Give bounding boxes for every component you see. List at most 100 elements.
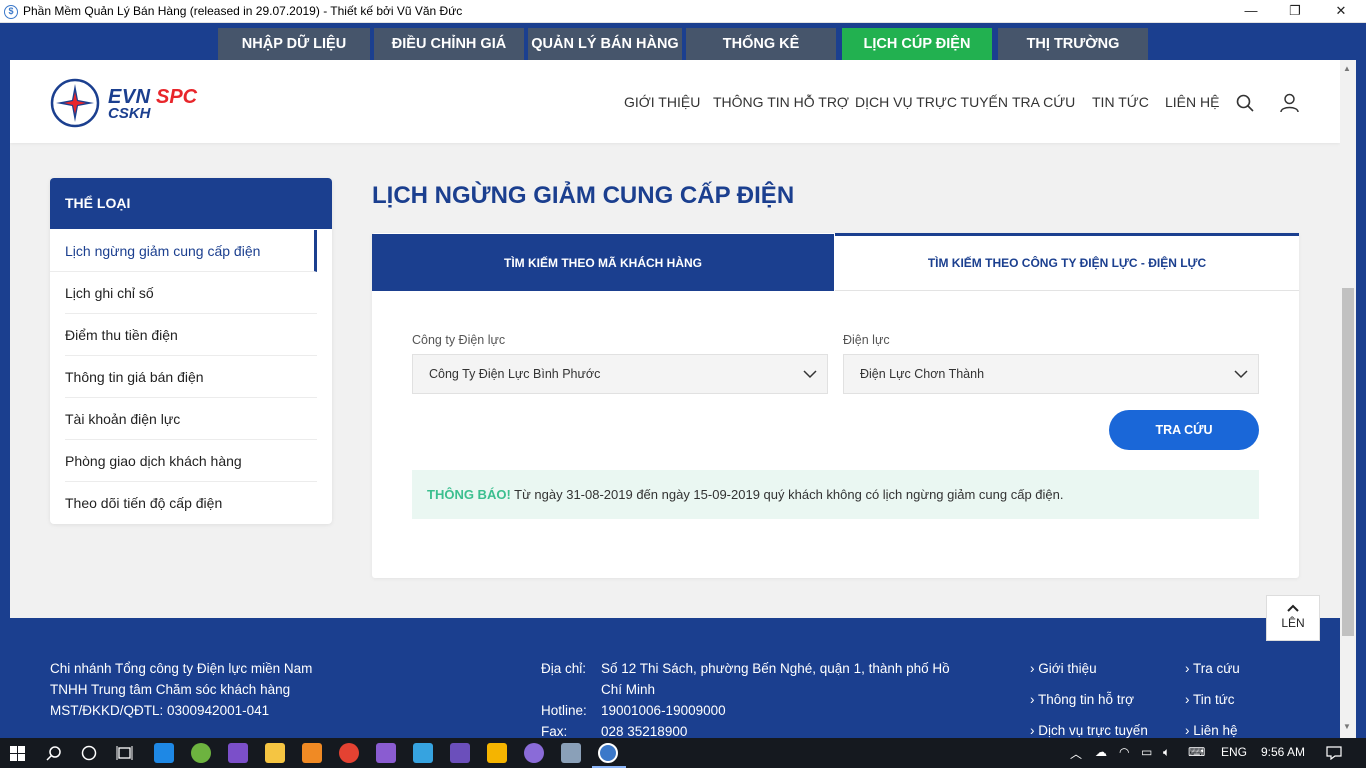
sidebar-title: THỂ LOẠI: [50, 178, 332, 229]
tab-quan-ly-ban-hang[interactable]: QUẢN LÝ BÁN HÀNG: [528, 28, 682, 60]
vs-icon-2[interactable]: [450, 743, 470, 763]
branch-select[interactable]: Điện Lực Chơn Thành: [843, 354, 1259, 394]
chevron-up-icon: [1287, 604, 1299, 612]
page-scrollbar[interactable]: ▲ ▼: [1340, 60, 1356, 738]
company-select[interactable]: Công Ty Điện Lực Bình Phước: [412, 354, 828, 394]
task-view-icon[interactable]: [116, 745, 133, 761]
battery-icon[interactable]: ▭: [1141, 745, 1152, 759]
evn-logo-icon[interactable]: [50, 78, 100, 128]
scroll-down-arrow-icon[interactable]: ▼: [1343, 722, 1351, 731]
logo-cskh-text: CSKH: [108, 105, 151, 122]
sidebar-item-tai-khoan[interactable]: Tài khoản điện lực: [65, 398, 317, 440]
notifications-icon[interactable]: [1326, 746, 1342, 760]
footer-link-tin-tuc-label: Tin tức: [1193, 692, 1235, 707]
vs-purple-icon[interactable]: [376, 743, 396, 763]
nav-thong-tin-ho-tro[interactable]: THÔNG TIN HỖ TRỢ: [713, 94, 849, 110]
app-green-icon[interactable]: [191, 743, 211, 763]
scroll-up-button[interactable]: LÊN: [1266, 595, 1320, 641]
footer-address-value-1: Số 12 Thi Sách, phường Bến Nghé, quận 1,…: [601, 661, 950, 676]
footer-org-line-3: MST/ĐKKD/QĐTL: 0300942001-041: [50, 703, 270, 718]
search-icon[interactable]: [1236, 94, 1254, 112]
notice-label: THÔNG BÁO!: [427, 487, 511, 502]
close-button[interactable]: ✕: [1318, 0, 1364, 22]
footer-org-line-1: Chi nhánh Tổng công ty Điện lực miền Nam: [50, 661, 313, 676]
app-blue-icon[interactable]: [413, 743, 433, 763]
nav-dich-vu-truc-tuyen[interactable]: DỊCH VỤ TRỰC TUYẾN: [855, 94, 1008, 110]
footer-hotline-label: Hotline:: [541, 703, 587, 718]
nav-gioi-thieu[interactable]: GIỚI THIỆU: [624, 94, 700, 110]
footer-address-value-2: Chí Minh: [601, 682, 656, 697]
volume-icon[interactable]: 🔈︎: [1163, 745, 1170, 760]
sidebar-item-gia-ban-dien[interactable]: Thông tin giá bán điện: [65, 356, 317, 398]
footer-link-gioi-thieu-label: Giới thiệu: [1038, 661, 1097, 676]
taskbar-search-icon[interactable]: [46, 745, 62, 761]
footer-link-dich-vu-label: Dịch vụ trực tuyến: [1038, 723, 1148, 738]
sidebar-item-tien-do[interactable]: Theo dõi tiến độ cấp điện: [65, 482, 317, 524]
app-icon: $: [4, 5, 18, 19]
footer-link-gioi-thieu[interactable]: › Giới thiệu: [1030, 658, 1097, 679]
tab-dieu-chinh-gia[interactable]: ĐIỀU CHỈNH GIÁ: [374, 28, 524, 60]
wifi-icon[interactable]: ◠: [1119, 745, 1129, 759]
clock[interactable]: 9:56 AM: [1261, 745, 1305, 759]
nav-lien-he[interactable]: LIÊN HỆ: [1165, 94, 1219, 110]
windows-start-icon[interactable]: [10, 746, 25, 761]
tab-thong-ke[interactable]: THỐNG KÊ: [686, 28, 836, 60]
footer-link-thong-tin-ho-tro[interactable]: › Thông tin hỗ trợ: [1030, 689, 1134, 710]
branch-select-value: Điện Lực Chơn Thành: [860, 367, 985, 381]
nav-tin-tuc[interactable]: TIN TỨC: [1092, 94, 1149, 110]
tab-search-by-customer[interactable]: TÌM KIẾM THEO MÃ KHÁCH HÀNG: [372, 234, 834, 291]
onedrive-icon[interactable]: ☁: [1095, 745, 1107, 759]
scrollbar-thumb[interactable]: [1342, 288, 1354, 636]
notice-box: THÔNG BÁO! Từ ngày 31-08-2019 đến ngày 1…: [412, 470, 1259, 519]
logo-spc-text: SPC: [156, 86, 198, 108]
site-header: EVN SPC CSKH GIỚI THIỆU THÔNG TIN HỖ TRỢ…: [10, 60, 1340, 143]
footer-org-line-2: TNHH Trung tâm Chăm sóc khách hàng: [50, 682, 291, 697]
company-label: Công ty Điện lực: [412, 333, 506, 347]
search-button[interactable]: TRA CỨU: [1109, 410, 1259, 450]
sidebar-item-lich-ghi-chi-so[interactable]: Lịch ghi chỉ số: [65, 272, 317, 314]
scroll-up-label: LÊN: [1281, 616, 1305, 630]
footer-fax-value: 028 35218900: [601, 724, 688, 738]
chevron-down-icon: [803, 370, 817, 379]
app-purple-icon[interactable]: [524, 743, 544, 763]
web-page: EVN SPC CSKH GIỚI THIỆU THÔNG TIN HỖ TRỢ…: [10, 60, 1340, 738]
footer-link-thong-tin-ho-tro-label: Thông tin hỗ trợ: [1038, 692, 1134, 707]
chrome-icon[interactable]: [339, 743, 359, 763]
chevron-down-icon: [1234, 370, 1248, 379]
media-player-icon[interactable]: [487, 743, 507, 763]
sidebar-item-lich-ngung[interactable]: Lịch ngừng giảm cung cấp điện: [50, 230, 317, 272]
footer-link-tra-cuu[interactable]: › Tra cứu: [1185, 658, 1240, 679]
file-explorer-icon[interactable]: [265, 743, 285, 763]
sales-app-icon[interactable]: [598, 743, 618, 763]
tab-thi-truong[interactable]: THỊ TRƯỜNG: [998, 28, 1148, 60]
language-indicator[interactable]: ENG: [1221, 745, 1247, 759]
keyboard-icon[interactable]: ⌨: [1188, 745, 1205, 759]
footer-link-lien-he[interactable]: › Liên hệ: [1185, 720, 1238, 738]
category-sidebar: THỂ LOẠI Lịch ngừng giảm cung cấp điện L…: [50, 178, 332, 524]
visual-studio-icon[interactable]: [228, 743, 248, 763]
page-title: LỊCH NGỪNG GIẢM CUNG CẤP ĐIỆN: [372, 182, 795, 209]
sidebar-item-diem-thu-tien[interactable]: Điểm thu tiền điện: [65, 314, 317, 356]
nav-tra-cuu[interactable]: TRA CỨU: [1012, 94, 1075, 110]
scroll-up-arrow-icon[interactable]: ▲: [1343, 64, 1351, 73]
tab-nhap-du-lieu[interactable]: NHẬP DỮ LIỆU: [218, 28, 370, 60]
tab-search-by-company[interactable]: TÌM KIẾM THEO CÔNG TY ĐIỆN LỰC - ĐIỆN LỰ…: [835, 233, 1299, 291]
maximize-button[interactable]: ❐: [1272, 0, 1318, 22]
tray-chevron-icon[interactable]: ︿: [1070, 745, 1082, 762]
sidebar-item-phong-giao-dich[interactable]: Phòng giao dịch khách hàng: [65, 440, 317, 482]
cortana-icon[interactable]: [81, 745, 97, 761]
minimize-button[interactable]: —: [1228, 0, 1274, 22]
footer-link-dich-vu[interactable]: › Dịch vụ trực tuyến: [1030, 720, 1148, 738]
sublime-icon[interactable]: [302, 743, 322, 763]
notice-text: Từ ngày 31-08-2019 đến ngày 15-09-2019 q…: [510, 487, 1064, 502]
tab-lich-cup-dien[interactable]: LỊCH CÚP ĐIỆN: [842, 28, 992, 60]
footer-link-tra-cuu-label: Tra cứu: [1193, 661, 1240, 676]
search-panel: TÌM KIẾM THEO MÃ KHÁCH HÀNG TÌM KIẾM THE…: [372, 233, 1299, 578]
window-titlebar: $ Phần Mềm Quản Lý Bán Hàng (released in…: [0, 0, 1366, 23]
footer-link-lien-he-label: Liên hệ: [1193, 723, 1238, 738]
window-title: Phần Mềm Quản Lý Bán Hàng (released in 2…: [23, 4, 463, 18]
edge-icon[interactable]: [154, 743, 174, 763]
footer-link-tin-tuc[interactable]: › Tin tức: [1185, 689, 1235, 710]
user-icon[interactable]: [1280, 93, 1299, 113]
network-app-icon[interactable]: [561, 743, 581, 763]
